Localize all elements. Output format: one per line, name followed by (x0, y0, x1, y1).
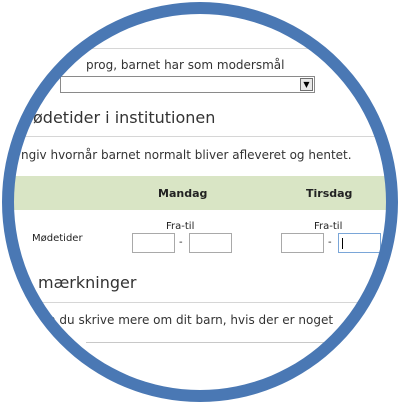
tuesday-to-input[interactable] (338, 233, 381, 253)
attendance-instruction: ngiv hvornår barnet normalt bliver aflev… (21, 148, 352, 162)
section-divider (26, 302, 389, 303)
monday-separator: - (179, 237, 183, 248)
remarks-heading: mærkninger (38, 273, 137, 292)
tuesday-range-label: Fra-til (314, 221, 343, 232)
tuesday-separator: - (328, 237, 332, 248)
text-caret (342, 238, 343, 249)
attendance-heading: ødetider i institutionen (33, 108, 216, 127)
section-divider (20, 136, 389, 137)
language-label: prog, barnet har som modersmål (86, 58, 285, 72)
day-header-tuesday: Tirsdag (306, 187, 353, 200)
day-header-monday: Mandag (158, 187, 208, 200)
section-divider (40, 48, 389, 49)
language-select[interactable]: ▼ (60, 76, 315, 93)
attendance-row-label: Mødetider (32, 233, 83, 244)
monday-range-label: Fra-til (166, 221, 195, 232)
remarks-textarea-edge (86, 342, 326, 343)
tuesday-from-input[interactable] (281, 233, 324, 253)
magnifier-view: prog, barnet har som modersmål ▼ ødetide… (11, 11, 389, 393)
chevron-down-icon[interactable]: ▼ (300, 78, 313, 91)
monday-from-input[interactable] (132, 233, 175, 253)
remarks-instruction: n du skrive mere om dit barn, hvis der e… (48, 313, 334, 327)
monday-to-input[interactable] (189, 233, 232, 253)
